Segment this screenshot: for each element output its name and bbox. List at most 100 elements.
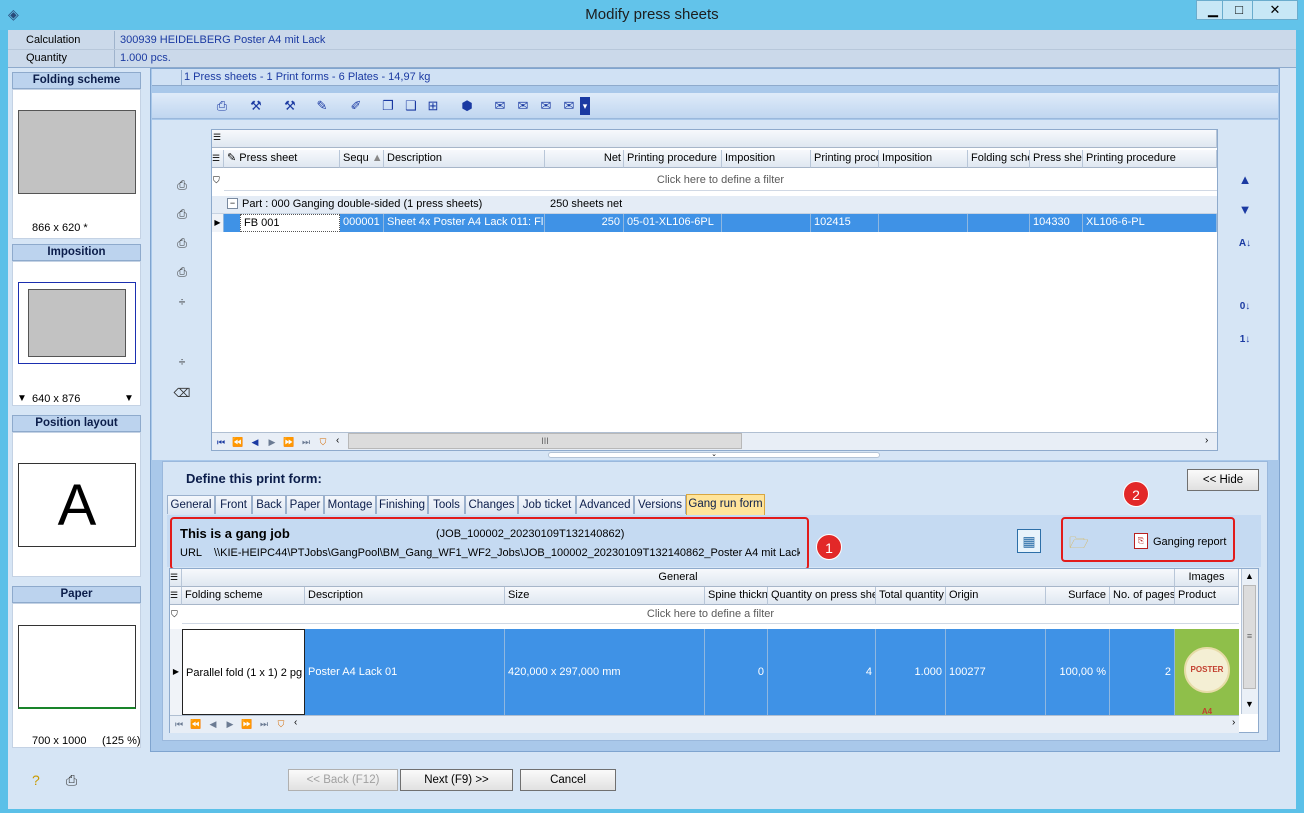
cell-origin[interactable]: 100277 [946, 629, 1046, 715]
vscroll-down-icon[interactable]: ▼ [1245, 699, 1254, 709]
col-imposition-1[interactable]: Imposition [722, 150, 811, 168]
product-first-icon[interactable]: ⏮ [172, 717, 186, 731]
sort-az-icon[interactable]: A↓ [1235, 234, 1255, 254]
cell-press-sheet-2[interactable]: 104330 [1030, 214, 1083, 232]
nav-filter-icon[interactable]: ⛉ [316, 435, 330, 449]
move-up-icon[interactable]: ▲ [1235, 170, 1255, 190]
product-hscroll-right-icon[interactable]: › [1232, 717, 1235, 728]
note-icon[interactable]: ✉ [491, 97, 509, 115]
copy-icon[interactable]: ❐ [379, 97, 397, 115]
cell-spine-thickness[interactable]: 0 [705, 629, 768, 715]
printer-icon[interactable]: ⎙ [66, 772, 77, 789]
first-record-icon[interactable]: ⏮ [214, 435, 228, 449]
product-next-icon[interactable]: ▶ [223, 717, 237, 731]
sheet-copy-icon[interactable]: ⎙ [173, 234, 191, 252]
sheet-multi-icon[interactable]: ⎙ [173, 263, 191, 281]
cell-imposition-2[interactable] [879, 214, 968, 232]
cell-quantity-on-press-sheet[interactable]: 4 [768, 629, 876, 715]
group-collapse-icon[interactable]: − [227, 198, 238, 209]
tools2-icon[interactable]: ⚒ [281, 97, 299, 115]
sort-09-icon[interactable]: 0↓ [1235, 297, 1255, 317]
tab-changes[interactable]: Changes [465, 495, 518, 514]
cell-net[interactable]: 250 [545, 214, 624, 232]
col-origin[interactable]: Origin [946, 587, 1046, 605]
split-icon[interactable]: ÷ [173, 293, 191, 311]
cell-sequence[interactable]: 000001 [340, 214, 384, 232]
product-thumbnail[interactable]: POSTER A4 [1175, 629, 1239, 716]
cell-description-2[interactable]: Poster A4 Lack 01 [305, 629, 505, 715]
cell-press-sheet[interactable]: FB 001 [240, 214, 340, 232]
column-chooser-icon[interactable]: ☰ [213, 132, 221, 143]
col-description[interactable]: Description [384, 150, 545, 168]
next-button[interactable]: Next (F9) >> [400, 769, 513, 791]
tab-finishing[interactable]: Finishing [376, 495, 428, 514]
sheet-add-icon[interactable]: ⎙ [173, 176, 191, 194]
move-down-icon[interactable]: ▼ [1235, 200, 1255, 220]
cell-folding-scheme[interactable] [968, 214, 1030, 232]
col-printing-procedure-1[interactable]: Printing procedure I [624, 150, 722, 168]
cancel-button[interactable]: Cancel [520, 769, 616, 791]
hide-button[interactable]: << Hide [1187, 469, 1259, 491]
cell-size[interactable]: 420,000 x 297,000 mm [505, 629, 705, 715]
hscroll-left-icon[interactable]: ‹ [336, 435, 339, 446]
cell-description[interactable]: Sheet 4x Poster A4 Lack 011: Fl [384, 214, 545, 232]
col-folding-scheme[interactable]: Folding sche [968, 150, 1030, 168]
cell-printing-procedure-3[interactable]: XL106-6-PL [1083, 214, 1217, 232]
header-row-selector[interactable]: ☰ [212, 150, 224, 168]
cube-icon[interactable]: ⬢ [458, 97, 476, 115]
duplicate-icon[interactable]: ❑ [402, 97, 420, 115]
vscroll-up-icon[interactable]: ▲ [1245, 571, 1254, 581]
next-record-icon[interactable]: ▶ [265, 435, 279, 449]
open-folder-icon[interactable]: 🗁 [1069, 532, 1089, 559]
tab-advanced[interactable]: Advanced [576, 495, 634, 514]
help-icon[interactable]: ? [32, 772, 40, 788]
col-no-of-pages[interactable]: No. of pages [1110, 587, 1175, 605]
layout-view-icon[interactable]: ▦ [1017, 529, 1041, 553]
tab-paper[interactable]: Paper [286, 495, 324, 514]
horizontal-scrollbar[interactable]: III [348, 433, 742, 449]
filter-icon[interactable]: ⛉ [213, 175, 220, 186]
tab-montage[interactable]: Montage [324, 495, 376, 514]
prev-page-icon[interactable]: ⏪ [231, 435, 245, 449]
product-hscroll-left-icon[interactable]: ‹ [294, 717, 297, 728]
col-description-2[interactable]: Description [305, 587, 505, 605]
product-row-selector[interactable]: ▶ [170, 629, 182, 715]
note2-icon[interactable]: ✉ [514, 97, 532, 115]
header-row-selector-2[interactable]: ☰ [170, 587, 182, 605]
close-button[interactable]: ✕ [1252, 0, 1298, 20]
note3-icon[interactable]: ✉ [537, 97, 555, 115]
cell-folding-scheme-2[interactable]: Parallel fold (1 x 1) 2 pg [182, 629, 305, 715]
tab-tools[interactable]: Tools [428, 495, 465, 514]
product-next-page-icon[interactable]: ⏩ [240, 717, 254, 731]
cell-surface[interactable]: 100,00 % [1046, 629, 1110, 715]
print-icon[interactable]: ⎙ [213, 97, 231, 115]
col-press-sheet-2[interactable]: Press shee [1030, 150, 1083, 168]
imposition-dropdown-icon[interactable]: ▼ [124, 393, 134, 404]
eraser-icon[interactable]: ⌫ [173, 384, 191, 402]
maximize-button[interactable]: □ [1222, 0, 1256, 20]
ganging-report-button[interactable]: Ganging report [1153, 536, 1226, 548]
col-total-quantity[interactable]: Total quantity [876, 587, 946, 605]
assign-icon[interactable]: ✐ [347, 97, 365, 115]
product-prev-page-icon[interactable]: ⏪ [189, 717, 203, 731]
cell-printing-procedure-1[interactable]: 05-01-XL106-6PL [624, 214, 722, 232]
product-filter-row[interactable]: Click here to define a filter [182, 605, 1239, 624]
prev-record-icon[interactable]: ◀ [248, 435, 262, 449]
col-size[interactable]: Size [505, 587, 705, 605]
col-surface[interactable]: Surface [1046, 587, 1110, 605]
cell-imposition-1[interactable] [722, 214, 811, 232]
col-printing-procedure-3[interactable]: Printing procedure [1083, 150, 1217, 168]
tab-gang-run-form[interactable]: Gang run form [686, 494, 765, 515]
splitter-handle[interactable]: ⌄ [548, 451, 880, 458]
tree-icon[interactable]: ⊞ [424, 97, 442, 115]
vscroll-thumb[interactable]: ≡ [1243, 585, 1256, 689]
hscroll-right-icon[interactable]: › [1205, 435, 1208, 446]
back-button[interactable]: << Back (F12) [288, 769, 398, 791]
last-record-icon[interactable]: ⏭ [299, 435, 313, 449]
row-selector[interactable]: ▶ [212, 214, 224, 232]
paper-preview[interactable] [12, 603, 141, 748]
wrench-icon[interactable]: ✎ [313, 97, 331, 115]
tab-job-ticket[interactable]: Job ticket [518, 495, 576, 514]
note4-icon[interactable]: ✉ [560, 97, 578, 115]
next-page-icon[interactable]: ⏩ [282, 435, 296, 449]
